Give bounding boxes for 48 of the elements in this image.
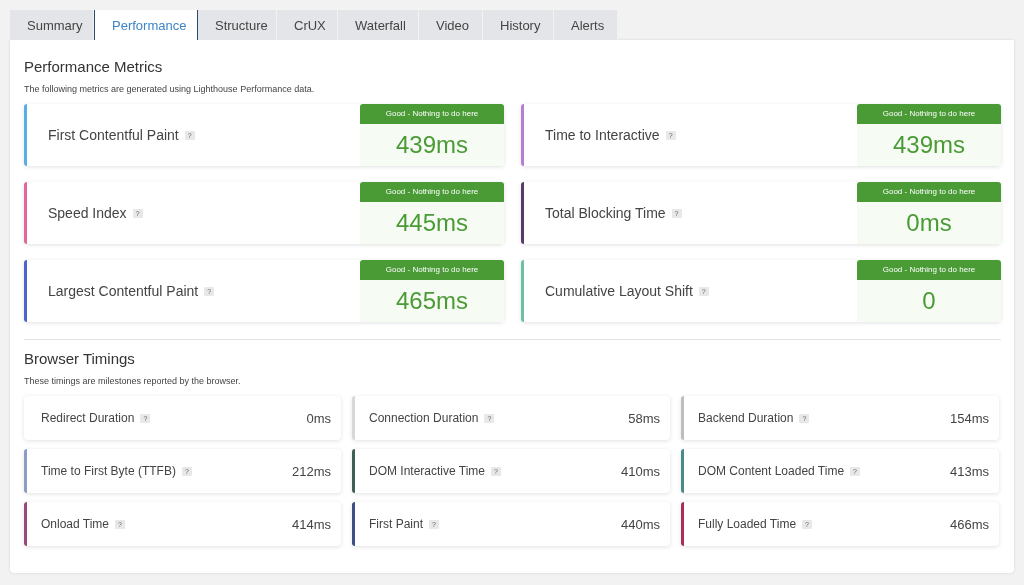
timing-name: Time to First Byte (TTFB)	[41, 464, 176, 478]
tab[interactable]: Structure	[198, 10, 277, 40]
tab[interactable]: Video	[419, 10, 483, 40]
metric-value: 445ms	[394, 208, 469, 238]
timing-name: DOM Interactive Time	[369, 464, 486, 478]
tab[interactable]: Summary	[10, 10, 94, 40]
section-description: These timings are milestones reported by the browser.	[24, 376, 242, 386]
metric-value: 0ms	[905, 208, 953, 238]
tab[interactable]: Waterfall	[338, 10, 419, 40]
timing-name: DOM Content Loaded Time	[698, 464, 845, 478]
status-label: Good - Nothing to do here	[360, 104, 504, 124]
metric-name: First Contentful Paint	[48, 127, 179, 143]
timing-name: Onload Time	[41, 517, 110, 531]
tab[interactable]: CrUX	[277, 10, 338, 40]
section-title: Browser Timings	[24, 350, 136, 367]
timing-name: Connection Duration	[369, 411, 479, 425]
timing-value: 212ms	[291, 463, 331, 479]
timing-value: 154ms	[949, 410, 989, 426]
timing-value: 414ms	[291, 516, 331, 532]
tab[interactable]: Performance	[94, 10, 198, 40]
timing-name: First Paint	[369, 517, 423, 531]
timing-name: Fully Loaded Time	[698, 517, 797, 531]
timing-value: 0ms	[306, 410, 331, 426]
timing-value: 413ms	[949, 463, 989, 479]
metric-value: 439ms	[394, 130, 469, 160]
timing-name: Backend Duration	[698, 411, 794, 425]
timing-value: 440ms	[620, 516, 660, 532]
tab[interactable]: Alerts	[554, 10, 618, 40]
timing-value: 58ms	[628, 410, 660, 426]
section-title: Performance Metrics	[24, 58, 164, 75]
section-description: The following metrics are generated using Lighthouse Performance data.	[24, 84, 316, 94]
status-label: Good - Nothing to do here	[857, 182, 1001, 202]
status-label: Good - Nothing to do here	[360, 260, 504, 280]
metric-name: Cumulative Layout Shift	[545, 283, 693, 299]
metric-value: 439ms	[891, 130, 966, 160]
status-label: Good - Nothing to do here	[857, 260, 1001, 280]
metric-name: Total Blocking Time	[545, 205, 666, 221]
status-label: Good - Nothing to do here	[360, 182, 504, 202]
timing-value: 410ms	[620, 463, 660, 479]
timing-value: 466ms	[949, 516, 989, 532]
tab[interactable]: History	[483, 10, 554, 40]
timing-name: Redirect Duration	[41, 411, 135, 425]
metric-value: 465ms	[394, 286, 469, 316]
metric-name: Speed Index	[48, 205, 127, 221]
status-label: Good - Nothing to do here	[857, 104, 1001, 124]
metric-name: Time to Interactive	[545, 127, 660, 143]
metric-value: 0	[921, 286, 937, 316]
metric-name: Largest Contentful Paint	[48, 283, 199, 299]
